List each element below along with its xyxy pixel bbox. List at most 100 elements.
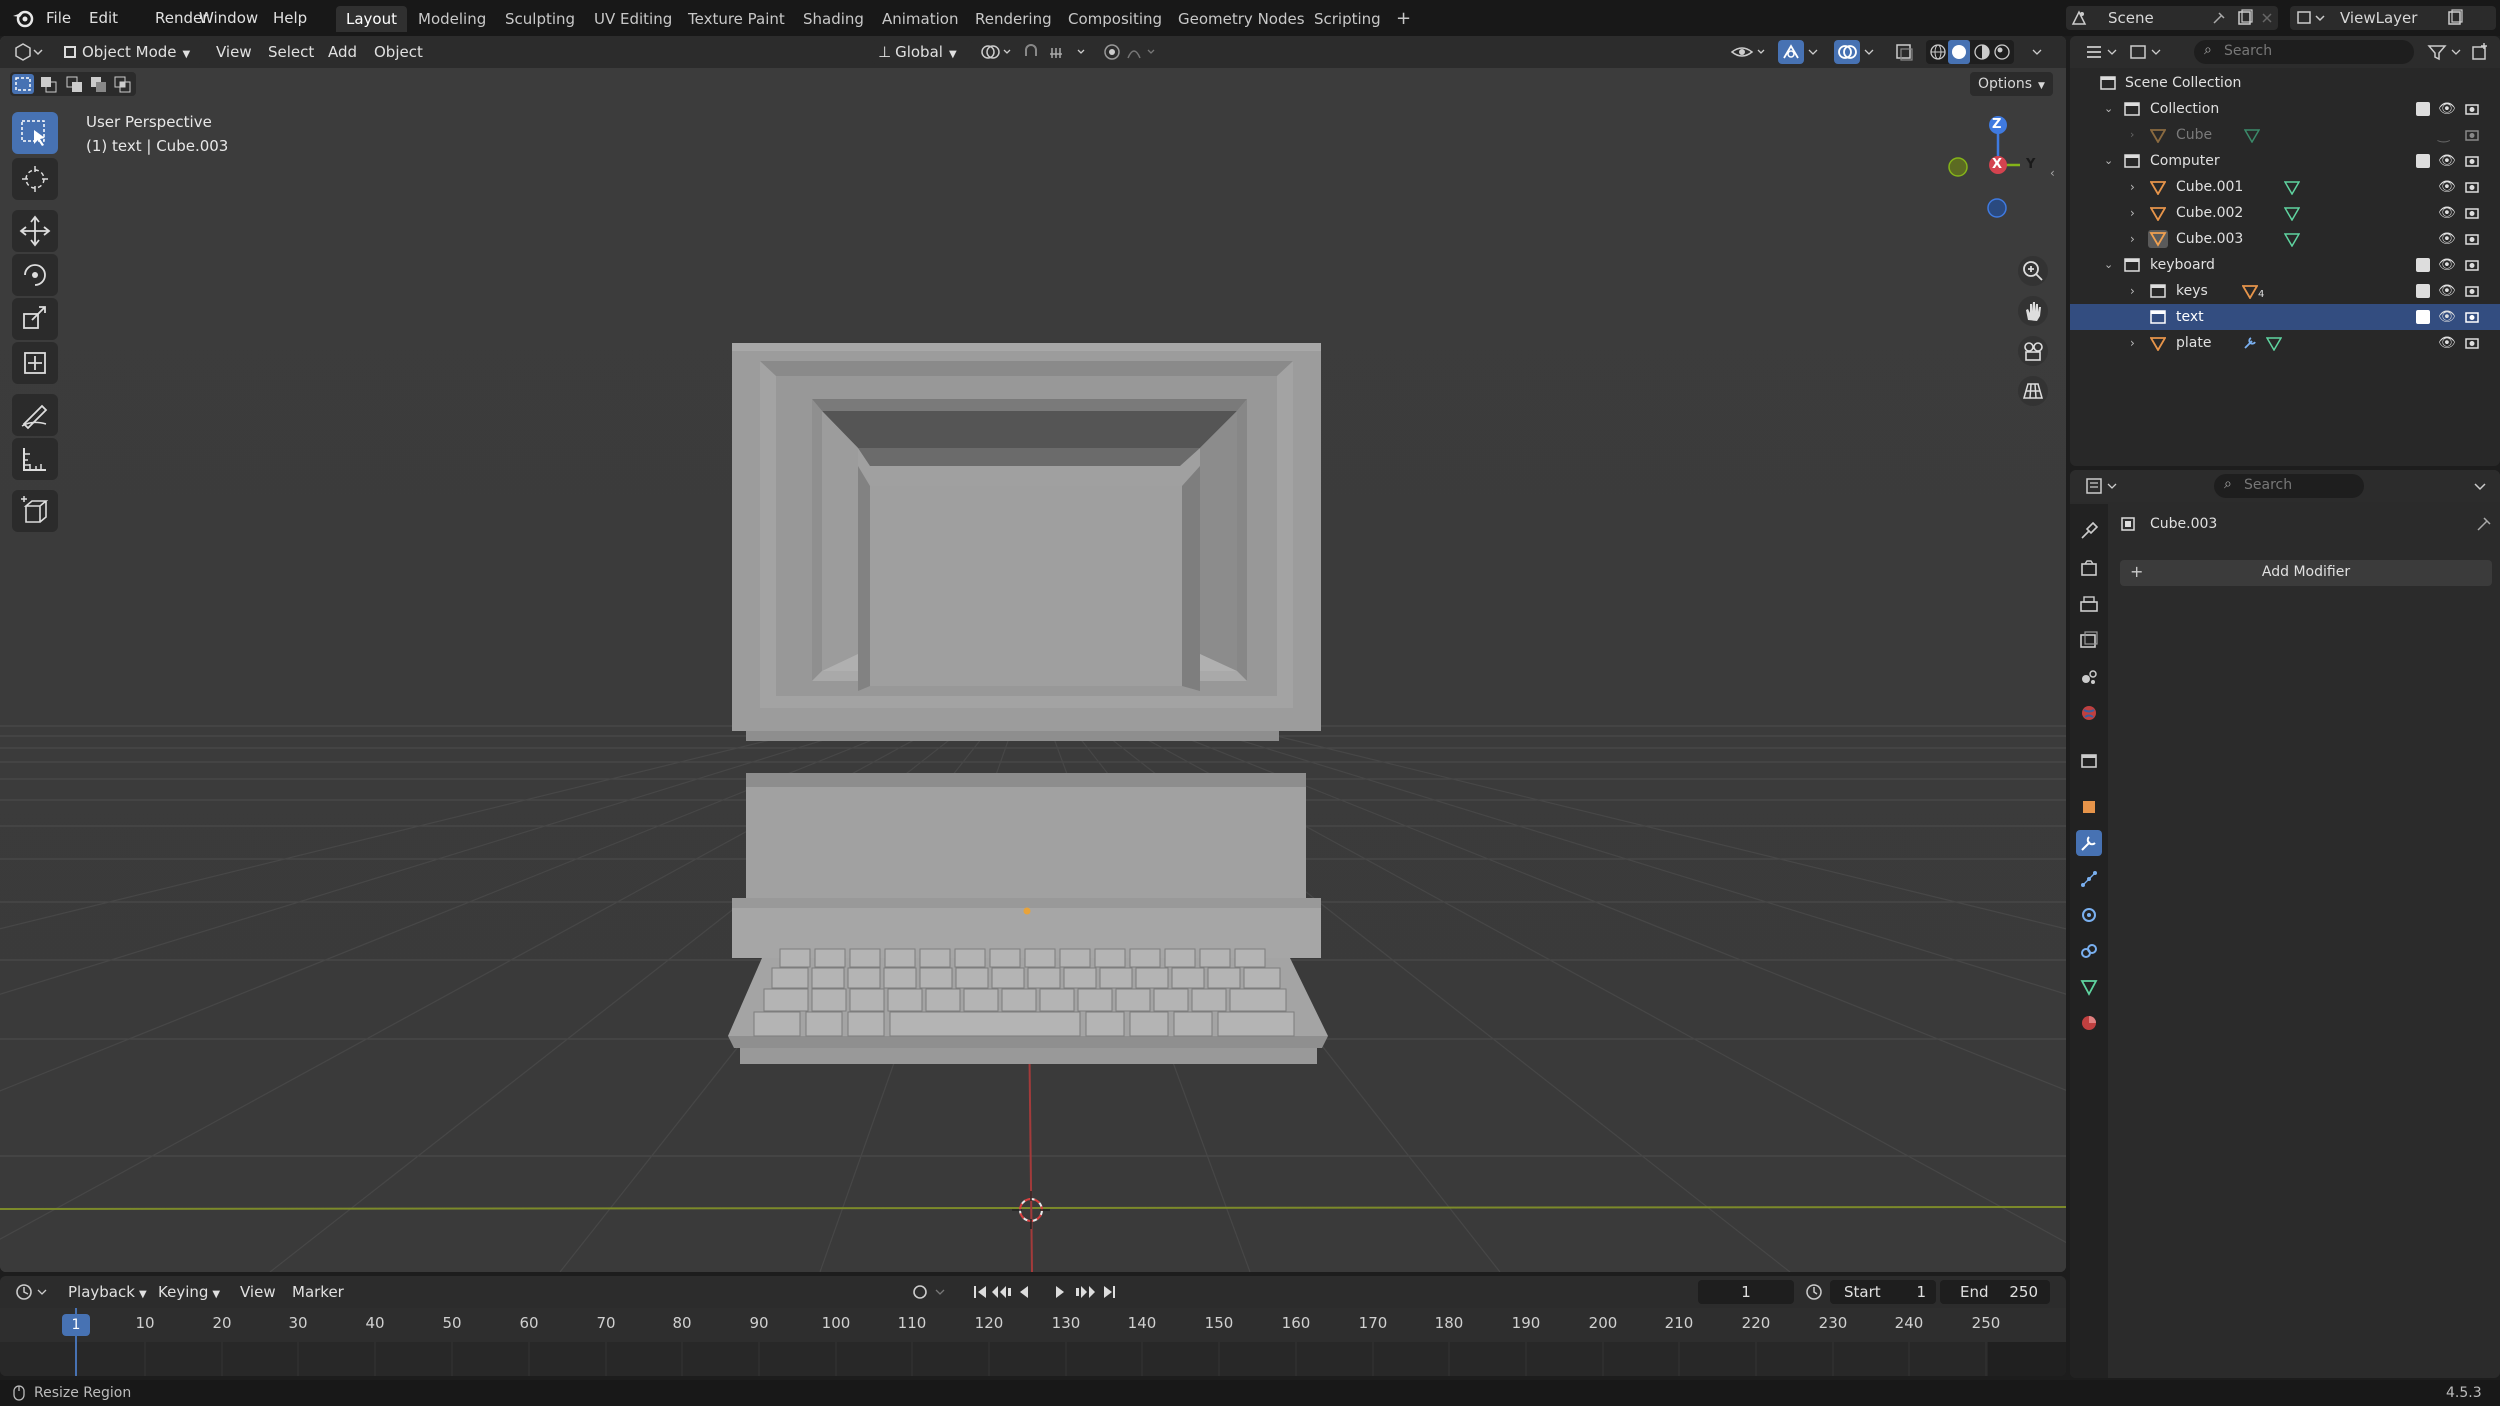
tab-render-icon[interactable]: [2076, 556, 2102, 582]
chevron-down-icon[interactable]: ⌄: [2104, 148, 2113, 174]
overlays-dropdown-icon[interactable]: [1862, 42, 1876, 62]
outliner-row-keys[interactable]: › keys 4 👁: [2070, 278, 2500, 304]
options-dropdown[interactable]: Options ▼: [1970, 72, 2053, 96]
outliner-row-cube-003[interactable]: › Cube.003 👁: [2070, 226, 2500, 252]
playhead-handle[interactable]: 1: [62, 1314, 90, 1336]
scene-collection-row[interactable]: Scene Collection: [2070, 70, 2500, 96]
camera-icon[interactable]: [2464, 179, 2480, 195]
outliner-row-cube-002[interactable]: › Cube.002 👁: [2070, 200, 2500, 226]
auto-keying-icon[interactable]: [910, 1282, 950, 1302]
add-modifier-button[interactable]: + Add Modifier: [2120, 560, 2492, 586]
camera-icon[interactable]: [2464, 231, 2480, 247]
chevron-right-icon[interactable]: ›: [2130, 174, 2135, 200]
menu-marker[interactable]: Marker: [292, 1280, 344, 1304]
rotate-tool-icon[interactable]: [12, 254, 58, 296]
outliner-row-keyboard[interactable]: ⌄ keyboard 👁: [2070, 252, 2500, 278]
tab-scene-icon[interactable]: [2076, 664, 2102, 690]
scale-tool-icon[interactable]: [12, 298, 58, 340]
tab-particles-icon[interactable]: [2076, 866, 2102, 892]
checkbox-icon[interactable]: [2416, 310, 2430, 324]
annotate-tool-icon[interactable]: [12, 394, 58, 436]
solid-shading-icon[interactable]: [1948, 40, 1970, 64]
viewport-3d[interactable]: Object Mode ▼ View Select Add Object ⊥ Glo…: [0, 36, 2066, 1272]
checkbox-icon[interactable]: [2416, 284, 2430, 298]
menu-view[interactable]: View: [216, 40, 252, 64]
select-extend-icon[interactable]: [38, 74, 60, 94]
tab-geometry-nodes[interactable]: Geometry Nodes: [1168, 6, 1315, 32]
gizmo-toggle-icon[interactable]: [1778, 40, 1804, 64]
display-mode-icon[interactable]: [2128, 42, 2162, 62]
tab-modeling[interactable]: Modeling: [408, 6, 496, 32]
zoom-icon[interactable]: [2018, 256, 2048, 286]
new-scene-icon[interactable]: [2236, 9, 2254, 27]
xray-toggle-icon[interactable]: [1894, 42, 1916, 62]
camera-icon[interactable]: [2464, 283, 2480, 299]
tab-object-icon[interactable]: [2076, 794, 2102, 820]
pivot-point-icon[interactable]: [980, 42, 1014, 62]
select-new-icon[interactable]: [12, 74, 34, 94]
chevron-down-icon[interactable]: ⌄: [2104, 252, 2113, 278]
rendered-shading-icon[interactable]: [1992, 42, 2012, 62]
navigation-gizmo[interactable]: Z X: [1940, 112, 2020, 222]
delete-scene-icon[interactable]: [2260, 11, 2274, 25]
camera-icon[interactable]: [2464, 309, 2480, 325]
transform-orientation-dropdown[interactable]: ⊥ Global ▼: [872, 40, 972, 64]
timeline-editor-icon[interactable]: [14, 1282, 50, 1302]
move-tool-icon[interactable]: [12, 210, 58, 252]
outliner-row-cube[interactable]: › Cube ‿: [2070, 122, 2500, 148]
shading-dropdown-icon[interactable]: [2030, 42, 2044, 62]
tab-sculpting[interactable]: Sculpting: [495, 6, 585, 32]
material-shading-icon[interactable]: [1972, 42, 1992, 62]
properties-editor-icon[interactable]: [2084, 476, 2118, 496]
sidebar-toggle-icon[interactable]: ‹: [2050, 166, 2055, 180]
eye-icon[interactable]: 👁: [2438, 252, 2456, 278]
tab-constraints-icon[interactable]: [2076, 938, 2102, 964]
outliner-editor-icon[interactable]: [2084, 42, 2118, 62]
pin-icon[interactable]: [2212, 11, 2226, 25]
mode-dropdown[interactable]: Object Mode ▼: [58, 40, 202, 64]
menu-view[interactable]: View: [240, 1280, 276, 1304]
properties-search[interactable]: ⌕ Search: [2214, 474, 2364, 498]
eye-icon[interactable]: 👁: [2438, 174, 2456, 200]
start-frame-field[interactable]: Start 1: [1830, 1280, 1936, 1304]
filter-icon[interactable]: [2426, 42, 2464, 62]
camera-icon[interactable]: [2464, 127, 2480, 143]
new-collection-icon[interactable]: [2470, 42, 2490, 62]
editor-type-icon[interactable]: [14, 42, 44, 62]
tab-texture-paint[interactable]: Texture Paint: [678, 6, 795, 32]
select-subtract-icon[interactable]: [64, 74, 86, 94]
chevron-right-icon[interactable]: ›: [2130, 226, 2135, 252]
tab-world-icon[interactable]: [2076, 700, 2102, 726]
add-workspace-button[interactable]: +: [1386, 6, 1421, 32]
measure-tool-icon[interactable]: [12, 438, 58, 480]
tab-output-icon[interactable]: [2076, 592, 2102, 618]
camera-icon[interactable]: [2464, 205, 2480, 221]
chevron-right-icon[interactable]: ›: [2130, 122, 2134, 148]
menu-add[interactable]: Add: [328, 40, 357, 64]
menu-select[interactable]: Select: [268, 40, 314, 64]
tab-uv-editing[interactable]: UV Editing: [584, 6, 682, 32]
eye-icon[interactable]: 👁: [2438, 278, 2456, 304]
select-invert-icon[interactable]: [88, 74, 110, 94]
tab-collection-icon[interactable]: [2076, 748, 2102, 774]
eye-icon[interactable]: 👁: [2438, 148, 2456, 174]
snap-icon[interactable]: [1022, 42, 1094, 62]
add-cube-tool-icon[interactable]: [12, 490, 58, 532]
tab-layout[interactable]: Layout: [336, 6, 407, 32]
menu-keying[interactable]: Keying ▼: [158, 1280, 220, 1304]
camera-icon[interactable]: [2464, 153, 2480, 169]
clock-icon[interactable]: [1804, 1282, 1824, 1302]
ortho-grid-icon[interactable]: [2018, 376, 2048, 406]
checkbox-icon[interactable]: [2416, 154, 2430, 168]
tab-modifiers-icon[interactable]: [2076, 830, 2102, 856]
tab-rendering[interactable]: Rendering: [965, 6, 1062, 32]
current-frame-field[interactable]: 1: [1698, 1280, 1794, 1304]
tab-material-icon[interactable]: [2076, 1010, 2102, 1036]
outliner-row-computer[interactable]: ⌄ Computer 👁: [2070, 148, 2500, 174]
wireframe-shading-icon[interactable]: [1928, 42, 1948, 62]
pin-icon[interactable]: [2476, 516, 2492, 532]
tab-tool-icon[interactable]: [2076, 518, 2102, 544]
frame-ruler[interactable]: 10 20 30 40 50 60 70 80 90 100 110 120 1…: [0, 1308, 2066, 1342]
blender-logo-icon[interactable]: [12, 8, 34, 28]
end-frame-field[interactable]: End 250: [1940, 1280, 2050, 1304]
